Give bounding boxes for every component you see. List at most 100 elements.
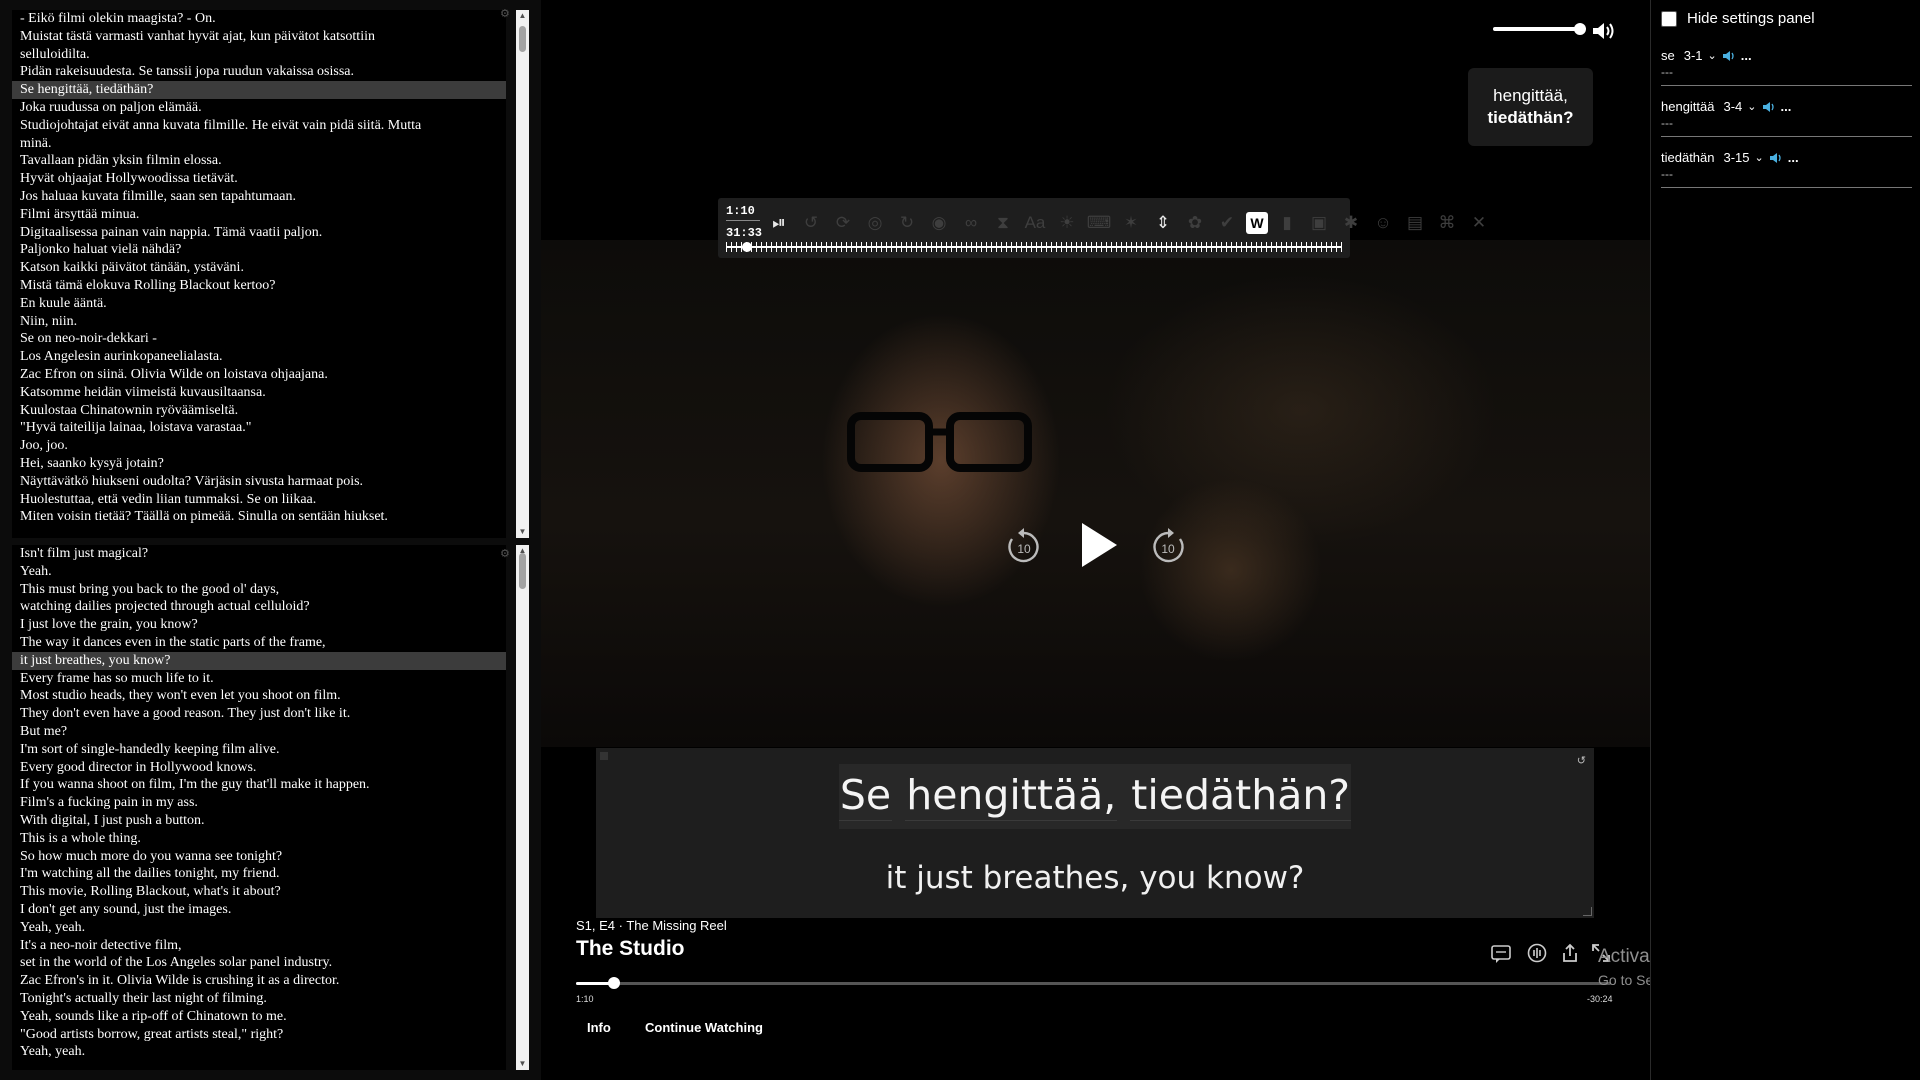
- rewind-icon[interactable]: ↺: [798, 210, 824, 236]
- speed-arrows-icon[interactable]: ⇕: [1150, 210, 1176, 236]
- play-pause-toggle-icon[interactable]: ⏯: [766, 210, 792, 236]
- transcript-line[interactable]: Isn't film just magical?: [12, 545, 506, 563]
- resize-handle[interactable]: [1583, 907, 1592, 916]
- transcript-line[interactable]: Pidän rakeisuudesta. Se tanssii jopa ruu…: [12, 63, 506, 81]
- chat-icon[interactable]: ▤: [1402, 210, 1428, 236]
- chevron-down-icon[interactable]: ⌄: [1708, 49, 1717, 62]
- speaker-icon[interactable]: [1722, 49, 1736, 63]
- transcript-line[interactable]: Katsomme heidän viimeistä kuvausiltaansa…: [12, 384, 506, 402]
- video-frame[interactable]: [541, 240, 1650, 747]
- progress-bar-knob[interactable]: [608, 977, 620, 989]
- skip-forward-10-icon[interactable]: 10: [1138, 515, 1198, 575]
- hide-settings-row[interactable]: Hide settings panel: [1661, 10, 1815, 27]
- loop-icon[interactable]: ∞: [958, 210, 984, 236]
- close-icon[interactable]: ✕: [1466, 210, 1492, 236]
- finnish-transcript-list[interactable]: - Eikö filmi olekin maagista? - On. Muist…: [12, 10, 506, 538]
- transcript-line[interactable]: Tavallaan pidän yksin filmin elossa.: [12, 152, 506, 170]
- transcript-line[interactable]: Joo, joo.: [12, 437, 506, 455]
- transcript-line[interactable]: Miten voisin tietää? Täällä on pimeää. S…: [12, 508, 506, 526]
- transcript-line[interactable]: So how much more do you wanna see tonigh…: [12, 848, 506, 866]
- transcript-line[interactable]: Joka ruudussa on paljon elämää.: [12, 99, 506, 117]
- volume-icon[interactable]: [1590, 18, 1616, 44]
- transcript-line[interactable]: Yeah, sounds like a rip-off of Chinatown…: [12, 1008, 506, 1026]
- transcript-line[interactable]: Niin, niin.: [12, 313, 506, 331]
- repeat-icon[interactable]: ⟳: [830, 210, 856, 236]
- transcript-line[interactable]: But me?: [12, 723, 506, 741]
- transcript-line[interactable]: Se on neo-noir-dekkari -: [12, 330, 506, 348]
- subtitles-icon[interactable]: [1490, 942, 1512, 964]
- transcript-line[interactable]: This is a whole thing.: [12, 830, 506, 848]
- font-size-icon[interactable]: Aa: [1022, 210, 1048, 236]
- skip-back-10-icon[interactable]: 10: [994, 515, 1054, 575]
- transcript-line[interactable]: - Eikö filmi olekin maagista? - On.: [12, 10, 506, 28]
- transcript-line[interactable]: Zac Efron on siinä. Olivia Wilde on lois…: [12, 366, 506, 384]
- transcript-line[interactable]: Studiojohtajat eivät anna kuvata filmill…: [12, 117, 506, 135]
- transcript-line[interactable]: Hyvät ohjaajat Hollywoodissa tietävät.: [12, 170, 506, 188]
- english-transcript-list[interactable]: Isn't film just magical? Yeah. This must b…: [12, 545, 506, 1070]
- transcript-line[interactable]: It's a neo-noir detective film,: [12, 937, 506, 955]
- transcript-line[interactable]: I don't get any sound, just the images.: [12, 901, 506, 919]
- transcript-line[interactable]: I'm sort of single-handedly keeping film…: [12, 741, 506, 759]
- transcript-line[interactable]: Huolestuttaa, että vedin liian tummaksi.…: [12, 491, 506, 509]
- chevron-down-icon[interactable]: ⌄: [1755, 151, 1764, 164]
- transcript-line[interactable]: Kuulostaa Chinatownin ryöväämiseltä.: [12, 402, 506, 420]
- transcript-line[interactable]: Digitaalisessa painan vain nappia. Tämä …: [12, 224, 506, 242]
- transcript-line[interactable]: Los Angelesin aurinkopaneelialasta.: [12, 348, 506, 366]
- palette-icon[interactable]: ✿: [1182, 210, 1208, 236]
- volume-slider[interactable]: [1493, 27, 1583, 31]
- transcript-line[interactable]: "Good artists borrow, great artists stea…: [12, 1026, 506, 1044]
- sparkle-icon[interactable]: ✶: [1118, 210, 1144, 236]
- drag-handle-icon[interactable]: [600, 752, 608, 760]
- more-options[interactable]: ...: [1788, 150, 1799, 165]
- transcript-line[interactable]: Paljonko haluat vielä nähdä?: [12, 241, 506, 259]
- list-settings-icon[interactable]: ⚙: [500, 548, 512, 560]
- scroll-thumb[interactable]: [519, 26, 526, 52]
- book-icon[interactable]: ▮: [1274, 210, 1300, 236]
- transcript-line[interactable]: it just breathes, you know?: [12, 651, 506, 670]
- transcript-line[interactable]: I just love the grain, you know?: [12, 616, 506, 634]
- share-icon[interactable]: [1559, 942, 1581, 964]
- transcript-line[interactable]: I'm watching all the dailies tonight, my…: [12, 865, 506, 883]
- play-icon[interactable]: [1065, 515, 1125, 575]
- transcript-line[interactable]: Yeah, yeah.: [12, 1043, 506, 1061]
- transcript-line[interactable]: set in the world of the Los Angeles sola…: [12, 954, 506, 972]
- record-icon[interactable]: ◉: [926, 210, 952, 236]
- volume-slider-knob[interactable]: [1574, 23, 1586, 35]
- english-scrollbar[interactable]: ▲ ▼: [516, 545, 529, 1070]
- transcript-line[interactable]: watching dailies projected through actua…: [12, 598, 506, 616]
- transcript-line[interactable]: "Hyvä taiteilija lainaa, loistava varast…: [12, 419, 506, 437]
- subtitle-word[interactable]: tiedäthän?: [1130, 770, 1352, 821]
- transcript-line[interactable]: Most studio heads, they won't even let y…: [12, 687, 506, 705]
- scroll-down-arrow-icon[interactable]: ▼: [516, 526, 529, 538]
- transcript-line[interactable]: Yeah.: [12, 563, 506, 581]
- transcript-line[interactable]: This must bring you back to the good ol'…: [12, 581, 506, 599]
- transcript-line[interactable]: En kuule ääntä.: [12, 295, 506, 313]
- transcript-line[interactable]: With digital, I just push a button.: [12, 812, 506, 830]
- transcript-line[interactable]: Näyttävätkö hiukseni oudolta? Värjäsin s…: [12, 473, 506, 491]
- word-reference[interactable]: 3-1: [1684, 48, 1703, 63]
- progress-bar[interactable]: [576, 982, 1611, 985]
- scroll-thumb[interactable]: [519, 553, 526, 589]
- word-reference[interactable]: 3-15: [1724, 150, 1750, 165]
- transcript-line[interactable]: Every good director in Hollywood knows.: [12, 759, 506, 777]
- transcript-line[interactable]: selluloidilta.: [12, 46, 506, 64]
- transcript-line[interactable]: Hei, saanko kysyä jotain?: [12, 455, 506, 473]
- transcript-line[interactable]: Mistä tämä elokuva Rolling Blackout kert…: [12, 277, 506, 295]
- forward-icon[interactable]: ↻: [894, 210, 920, 236]
- transcript-line[interactable]: Zac Efron's in it. Olivia Wilde is crush…: [12, 972, 506, 990]
- transcript-line[interactable]: Tonight's actually their last night of f…: [12, 990, 506, 1008]
- transcript-line[interactable]: The way it dances even in the static par…: [12, 634, 506, 652]
- transcript-line[interactable]: If you wanna shoot on film, I'm the guy …: [12, 776, 506, 794]
- subtitle-word[interactable]: hengittää,: [905, 770, 1118, 821]
- scroll-down-arrow-icon[interactable]: ▼: [516, 1058, 529, 1070]
- info-button[interactable]: Info: [587, 1020, 611, 1035]
- more-options[interactable]: ...: [1781, 99, 1792, 114]
- transcript-line[interactable]: Film's a fucking pain in my ass.: [12, 794, 506, 812]
- finnish-scrollbar[interactable]: ▲ ▼: [516, 10, 529, 538]
- toolbar-seek-knob[interactable]: [742, 242, 752, 252]
- speaker-icon[interactable]: [1769, 151, 1783, 165]
- transcript-line[interactable]: minä.: [12, 135, 506, 153]
- timer-icon[interactable]: ⧗: [990, 210, 1016, 236]
- user-icon[interactable]: ☺: [1370, 210, 1396, 236]
- transcript-line[interactable]: They don't even have a good reason. They…: [12, 705, 506, 723]
